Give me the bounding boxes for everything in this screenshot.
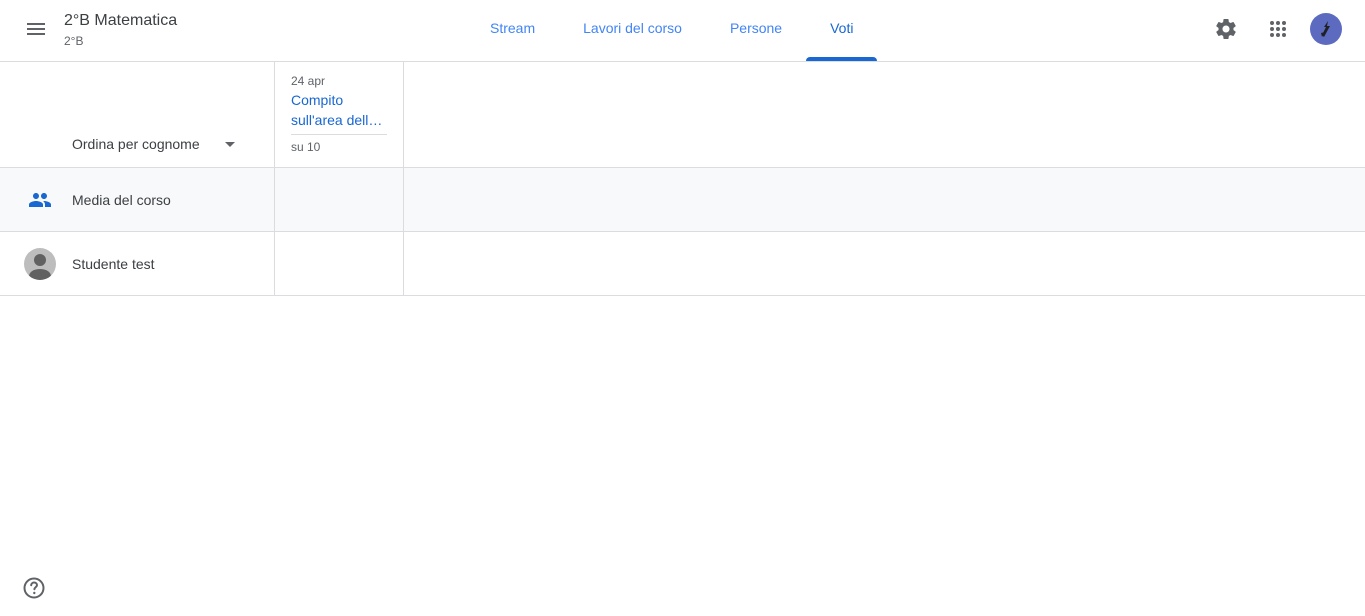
assignment-due-date: 24 apr [291,74,326,88]
help-button[interactable] [22,576,46,600]
student-row: Studente test [0,232,1365,296]
gear-icon [1216,19,1236,39]
account-avatar[interactable] [1310,13,1342,45]
name-column-header: Ordina per cognome [0,62,275,167]
course-tabs: Stream Lavori del corso Persone Voti [466,0,878,62]
student-name: Studente test [72,255,155,272]
assignment-divider [291,134,387,135]
menu-icon [27,23,45,35]
tab-people[interactable]: Persone [706,0,806,61]
class-average-name-cell: Media del corso [0,168,275,231]
assignment-column-header: 24 apr Compito sull'area della superfici… [275,62,404,167]
grades-header-row: Ordina per cognome 24 apr Compito sull'a… [0,62,1365,168]
sort-dropdown[interactable]: Ordina per cognome [72,132,242,156]
header-empty-area [404,62,1365,167]
assignment-points: su 10 [291,140,321,154]
sort-dropdown-label: Ordina per cognome [72,136,200,152]
course-section: 2°B [64,34,84,48]
course-title[interactable]: 2°B Matematica [64,11,177,31]
help-icon [23,577,45,599]
assignment-title-link[interactable]: Compito sull'area della superficie [291,90,387,130]
top-app-bar: 2°B Matematica 2°B Stream Lavori del cor… [0,0,1365,62]
main-menu-button[interactable] [20,13,52,45]
grades-table: Ordina per cognome 24 apr Compito sull'a… [0,62,1365,296]
student-empty-area [404,232,1365,295]
student-avatar [24,248,56,280]
tab-classwork[interactable]: Lavori del corso [559,0,706,61]
class-settings-button[interactable] [1210,13,1242,45]
student-grade-cell[interactable] [275,232,404,295]
google-apps-button[interactable] [1262,13,1294,45]
tab-grades[interactable]: Voti [806,0,878,61]
class-average-row: Media del corso [0,168,1365,232]
chevron-down-icon [218,132,242,156]
tab-stream[interactable]: Stream [466,0,559,61]
class-average-grade-cell [275,168,404,231]
student-name-cell[interactable]: Studente test [0,232,275,295]
people-icon [24,184,56,216]
avatar-icon [1321,21,1330,37]
class-average-empty-area [404,168,1365,231]
apps-grid-icon [1270,21,1286,37]
class-average-label: Media del corso [72,191,171,208]
